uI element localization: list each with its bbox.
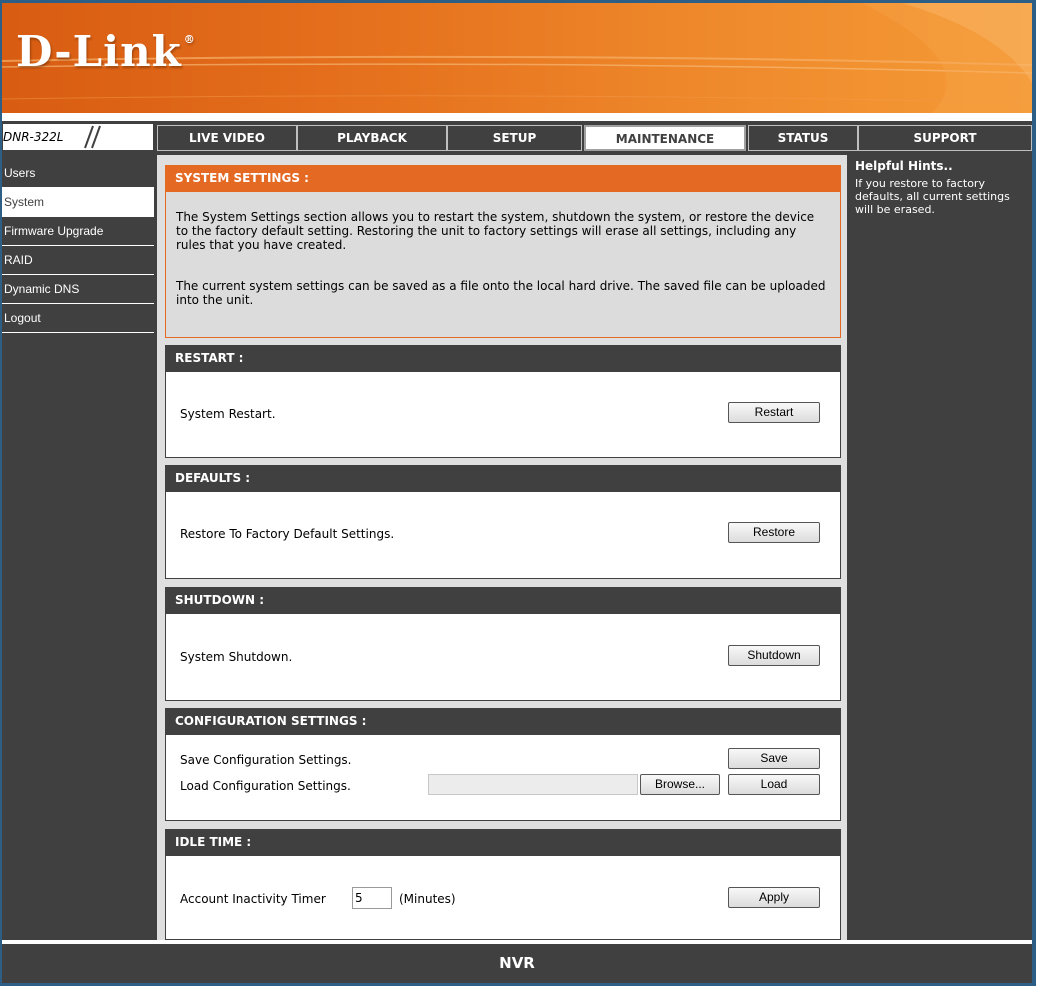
slashes-icon [84,125,101,149]
sidebar-item-users[interactable]: Users [2,159,154,188]
restore-defaults-label: Restore To Factory Default Settings. [180,527,395,541]
footer-product-label: NVR [499,954,535,972]
save-config-button[interactable]: Save [728,748,820,769]
restore-button[interactable]: Restore [728,522,820,543]
sidebar-item-logout[interactable]: Logout [2,304,154,333]
defaults-section: Restore To Factory Default Settings. Res… [165,492,841,579]
system-settings-paragraph-1: The System Settings section allows you t… [176,210,815,252]
inactivity-timer-input[interactable] [352,887,392,909]
header-divider [2,113,1032,121]
hints-title: Helpful Hints.. [855,159,953,173]
main-content: SYSTEM SETTINGS : The System Settings se… [157,155,847,940]
sidebar-item-system[interactable]: System [2,188,154,217]
hints-text: If you restore to factory defaults, all … [855,177,1010,216]
logo-registered-mark: ® [183,33,196,46]
system-settings-title: SYSTEM SETTINGS : [165,165,841,192]
restart-label: System Restart. [180,407,276,421]
sidebar-item-raid[interactable]: RAID [2,246,154,275]
shutdown-section: System Shutdown. Shutdown [165,614,841,701]
load-config-button[interactable]: Load [728,774,820,795]
sidebar: Users System Firmware Upgrade RAID Dynam… [2,155,154,940]
system-settings-description: The System Settings section allows you t… [165,192,841,338]
configuration-section-title: CONFIGURATION SETTINGS : [165,708,841,735]
top-navigation: DNR-322L LIVE VIDEO PLAYBACK SETUP MAINT… [2,121,1032,153]
footer: NVR [2,944,1032,983]
model-badge: DNR-322L [2,123,154,151]
system-settings-paragraph-2: The current system settings can be saved… [176,279,826,307]
restart-section: System Restart. Restart [165,372,841,458]
defaults-section-title: DEFAULTS : [165,465,841,492]
helpful-hints-panel: Helpful Hints.. If you restore to factor… [850,155,1032,940]
inactivity-timer-unit: (Minutes) [399,892,456,906]
shutdown-button[interactable]: Shutdown [728,645,820,666]
tab-maintenance[interactable]: MAINTENANCE [584,125,746,151]
shutdown-label: System Shutdown. [180,650,293,664]
configuration-section: Save Configuration Settings. Save Load C… [165,735,841,821]
tab-support[interactable]: SUPPORT [858,125,1032,151]
load-config-label: Load Configuration Settings. [180,779,351,793]
sidebar-item-firmware-upgrade[interactable]: Firmware Upgrade [2,217,154,246]
inactivity-timer-label: Account Inactivity Timer [180,892,326,906]
header-banner: D-Link ® [2,3,1032,113]
app-frame: D-Link ® DNR-322L LIVE VIDEO PLAYBACK SET… [0,0,1036,986]
config-file-input[interactable] [428,774,638,795]
apply-button[interactable]: Apply [728,887,820,908]
restart-section-title: RESTART : [165,345,841,372]
model-name: DNR-322L [3,130,64,144]
tab-setup[interactable]: SETUP [447,125,582,151]
idle-time-section: Account Inactivity Timer (Minutes) Apply [165,856,841,940]
sidebar-item-dynamic-dns[interactable]: Dynamic DNS [2,275,154,304]
tab-status[interactable]: STATUS [748,125,858,151]
logo-text: D-Link [16,27,182,76]
dlink-logo: D-Link ® [16,27,196,76]
idle-time-section-title: IDLE TIME : [165,829,841,856]
save-config-label: Save Configuration Settings. [180,753,352,767]
restart-button[interactable]: Restart [728,402,820,423]
tab-playback[interactable]: PLAYBACK [297,125,447,151]
shutdown-section-title: SHUTDOWN : [165,587,841,614]
tab-live-video[interactable]: LIVE VIDEO [157,125,297,151]
browse-button[interactable]: Browse... [640,774,720,795]
